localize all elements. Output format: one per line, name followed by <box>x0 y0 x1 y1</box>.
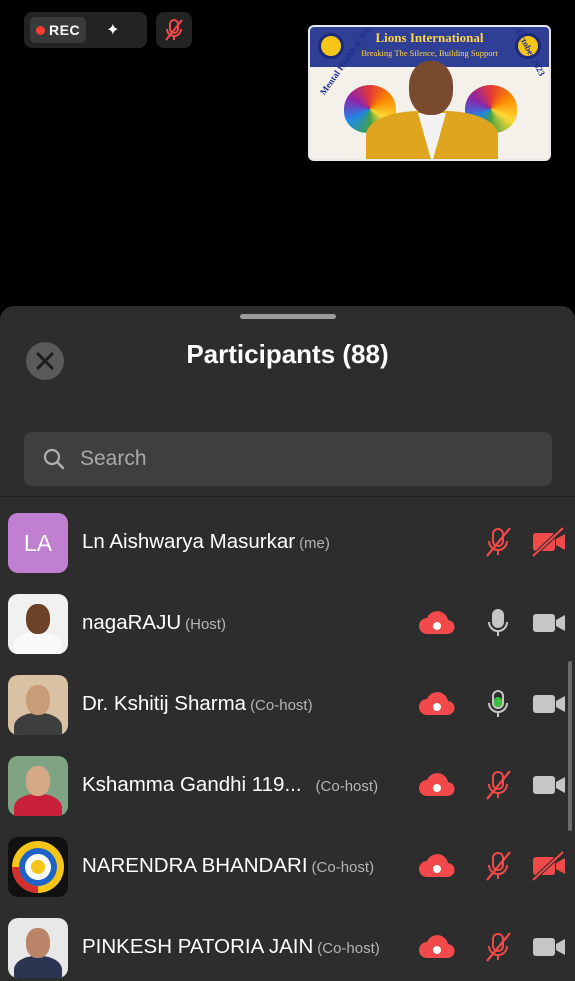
participant-name: Kshamma Gandhi 119... <box>82 773 302 796</box>
meeting-stage: REC ✦ Lions International Breaking The S… <box>0 0 575 310</box>
camera-icon[interactable] <box>531 931 567 963</box>
participant-row[interactable]: nagaRAJU (Host) <box>0 583 575 664</box>
mic-muted-icon[interactable] <box>483 526 513 558</box>
participant-name-line: Kshamma Gandhi 119... (Co-host) <box>82 773 378 797</box>
participant-name-line: NARENDRA BHANDARI (Co-host) <box>82 854 374 878</box>
participant-name: nagaRAJU <box>82 611 182 634</box>
banner-title: Lions International <box>375 30 484 45</box>
participant-role: (Co-host) <box>311 859 375 876</box>
camera-icon[interactable] <box>531 769 567 801</box>
mic-muted-icon[interactable] <box>483 850 513 882</box>
participant-name-line: PINKESH PATORIA JAIN (Co-host) <box>82 935 380 959</box>
cloud-recording-icon <box>417 691 457 717</box>
cloud-recording-icon <box>417 610 457 636</box>
participant-status-icons <box>417 686 567 722</box>
mic-muted-icon[interactable] <box>483 769 513 801</box>
cloud-recording-icon <box>417 853 457 879</box>
recording-indicator[interactable]: REC ✦ <box>24 12 147 48</box>
self-mute-status-button[interactable] <box>156 12 192 48</box>
cloud-recording-icon <box>417 934 457 960</box>
participant-name: Ln Aishwarya Masurkar <box>82 530 296 553</box>
speaker-head <box>409 61 453 115</box>
camera-off-icon[interactable] <box>531 526 567 558</box>
participant-role: (Co-host) <box>317 940 380 957</box>
divider <box>0 496 575 497</box>
participant-row[interactable]: PINKESH PATORIA JAIN (Co-host) <box>0 907 575 981</box>
mic-icon[interactable] <box>483 688 513 720</box>
search-bar[interactable] <box>24 432 552 486</box>
participant-status-icons <box>483 524 567 560</box>
rec-label: REC <box>49 22 81 38</box>
participant-role: (Co-host) <box>315 778 379 795</box>
sheet-drag-handle[interactable] <box>240 314 336 319</box>
participants-sheet: Participants (88) LA Ln Aishwarya Masurka… <box>0 306 575 981</box>
camera-icon[interactable] <box>531 607 567 639</box>
mic-icon[interactable] <box>483 607 513 639</box>
lions-logo-icon <box>12 841 64 893</box>
participant-name-line: Ln Aishwarya Masurkar (me) <box>82 530 330 554</box>
mic-muted-icon[interactable] <box>483 931 513 963</box>
participant-status-icons <box>417 848 567 884</box>
active-speaker-video[interactable]: Lions International Breaking The Silence… <box>308 25 551 161</box>
search-icon <box>43 448 65 470</box>
participant-role: (Host) <box>185 616 226 633</box>
avatar-logo <box>8 837 68 897</box>
participant-row[interactable]: Dr. Kshitij Sharma (Co-host) <box>0 664 575 745</box>
participant-row[interactable]: NARENDRA BHANDARI (Co-host) <box>0 826 575 907</box>
avatar-photo <box>8 675 68 735</box>
mic-muted-icon <box>165 19 183 41</box>
participant-row[interactable]: Kshamma Gandhi 119... (Co-host) <box>0 745 575 826</box>
participant-status-icons <box>417 605 567 641</box>
participant-status-icons <box>417 767 567 803</box>
participant-status-icons <box>417 929 567 965</box>
ai-companion-sparkle-icon[interactable]: ✦ <box>106 20 119 40</box>
camera-off-icon[interactable] <box>531 850 567 882</box>
participant-name: PINKESH PATORIA JAIN <box>82 935 314 958</box>
avatar-photo <box>8 594 68 654</box>
camera-icon[interactable] <box>531 688 567 720</box>
participant-list: LA Ln Aishwarya Masurkar (me) nagaRAJU (Host… <box>0 502 575 981</box>
participant-row[interactable]: LA Ln Aishwarya Masurkar (me) <box>0 502 575 583</box>
record-dot-icon <box>36 25 45 35</box>
participant-name: NARENDRA BHANDARI <box>82 854 308 877</box>
sheet-title: Participants (88) <box>186 339 389 369</box>
scrollbar[interactable] <box>568 661 572 831</box>
search-input[interactable] <box>80 447 500 471</box>
rec-badge: REC <box>30 17 87 43</box>
avatar-photo <box>8 756 68 816</box>
participant-role: (Co-host) <box>250 697 313 714</box>
participant-role: (me) <box>299 535 330 552</box>
participant-name-line: nagaRAJU (Host) <box>82 611 226 635</box>
participant-name-line: Dr. Kshitij Sharma (Co-host) <box>82 692 313 716</box>
avatar-photo <box>8 918 68 978</box>
cloud-recording-icon <box>417 772 457 798</box>
participant-name: Dr. Kshitij Sharma <box>82 692 247 715</box>
avatar-initials: LA <box>8 513 68 573</box>
avatar-initials-text: LA <box>23 529 53 556</box>
